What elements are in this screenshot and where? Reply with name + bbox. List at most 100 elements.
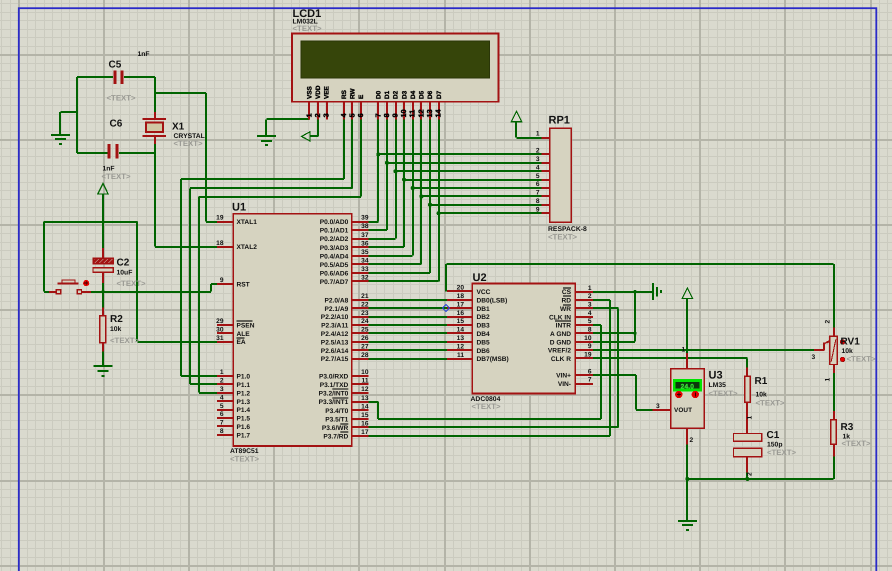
svg-text:<TEXT>: <TEXT> [174,139,203,148]
svg-text:C1: C1 [767,430,780,441]
svg-text:U3: U3 [709,370,723,382]
svg-text:P1.0: P1.0 [237,373,251,380]
svg-text:14: 14 [361,403,369,410]
svg-text:P2.7/A15: P2.7/A15 [321,356,349,363]
svg-text:30: 30 [216,326,224,333]
svg-text:A GND: A GND [550,331,571,338]
svg-text:35: 35 [361,249,369,256]
svg-text:3: 3 [322,113,331,117]
svg-text:VIN-: VIN- [558,381,571,388]
svg-text:6: 6 [220,411,224,418]
svg-text:R2: R2 [110,314,123,325]
svg-text:P0.0/AD0: P0.0/AD0 [320,219,349,226]
svg-text:29: 29 [216,318,224,325]
svg-text:WR: WR [560,306,571,313]
svg-text:12: 12 [361,386,369,393]
svg-text:VIN+: VIN+ [556,373,571,380]
svg-text:VEE: VEE [324,85,331,99]
svg-text:DB4: DB4 [477,331,491,338]
svg-text:P0.5/AD5: P0.5/AD5 [320,262,349,269]
svg-text:DB0(LSB): DB0(LSB) [477,297,508,304]
svg-text:P3.3/INT1: P3.3/INT1 [319,399,349,406]
svg-text:P3.1/TXD: P3.1/TXD [320,382,349,389]
svg-text:RP1: RP1 [549,115,570,127]
svg-text:32: 32 [361,275,369,282]
svg-text:P3.2/INT0: P3.2/INT0 [319,391,349,398]
svg-text:31: 31 [216,335,224,342]
svg-text:18: 18 [216,240,224,247]
svg-text:P2.4/A12: P2.4/A12 [321,331,349,338]
svg-text:3: 3 [812,354,816,361]
svg-text:RST: RST [237,282,250,289]
svg-text:6: 6 [356,113,365,117]
svg-text:28: 28 [361,352,369,359]
svg-text:VSS: VSS [307,85,314,99]
svg-text:21: 21 [361,293,369,300]
svg-text:2: 2 [588,293,592,300]
svg-text:R3: R3 [841,422,854,433]
svg-text:D0: D0 [376,90,383,99]
svg-text:P2.1/A9: P2.1/A9 [324,306,348,313]
svg-text:RV1: RV1 [841,337,861,348]
svg-text:D3: D3 [401,90,408,99]
svg-text:26: 26 [361,335,369,342]
svg-text:39: 39 [361,215,369,222]
svg-text:<TEXT>: <TEXT> [767,448,796,457]
svg-text:2: 2 [220,377,224,384]
svg-text:P0.6/AD6: P0.6/AD6 [320,270,349,277]
svg-text:RS: RS [341,89,348,99]
svg-text:D GND: D GND [550,339,571,346]
svg-text:15: 15 [457,318,465,325]
svg-text:14: 14 [434,109,443,117]
svg-text:R1: R1 [755,376,768,387]
svg-text:3: 3 [536,156,540,163]
svg-text:P0.1/AD1: P0.1/AD1 [320,228,349,235]
svg-text:7: 7 [220,420,224,427]
svg-text:<TEXT>: <TEXT> [107,94,136,103]
svg-text:P0.2/AD2: P0.2/AD2 [320,236,349,243]
svg-text:16: 16 [457,310,465,317]
svg-text:7: 7 [536,190,540,197]
svg-text:18: 18 [457,293,465,300]
svg-text:<TEXT>: <TEXT> [110,336,139,345]
svg-text:5: 5 [220,403,224,410]
svg-text:6: 6 [536,181,540,188]
svg-text:24.0: 24.0 [681,383,695,390]
svg-text:20: 20 [457,285,465,292]
svg-text:DB1: DB1 [477,306,491,313]
svg-text:10uF: 10uF [117,270,133,277]
svg-text:7: 7 [588,377,592,384]
svg-text:<TEXT>: <TEXT> [102,172,131,181]
svg-text:10: 10 [361,369,369,376]
svg-text:34: 34 [361,257,369,264]
svg-text:1: 1 [536,131,540,138]
svg-text:D6: D6 [427,90,434,99]
svg-text:13: 13 [457,335,465,342]
svg-text:38: 38 [361,223,369,230]
svg-text:D1: D1 [384,90,391,99]
svg-text:U2: U2 [473,272,487,284]
svg-text:13: 13 [361,395,369,402]
svg-text:10k: 10k [756,392,768,399]
svg-text:D7: D7 [436,90,443,99]
svg-text:<TEXT>: <TEXT> [709,389,738,398]
svg-text:1: 1 [747,416,754,420]
svg-text:P1.2: P1.2 [237,390,251,397]
svg-text:RW: RW [350,88,357,99]
svg-text:P1.4: P1.4 [237,407,251,414]
svg-text:11: 11 [457,352,464,359]
svg-text:11: 11 [408,110,417,118]
svg-text:10: 10 [584,335,592,342]
svg-text:11: 11 [362,378,369,385]
svg-text:P3.0/RXD: P3.0/RXD [319,373,349,380]
svg-text:19: 19 [584,352,592,359]
svg-text:16: 16 [361,421,369,428]
svg-text:ALE: ALE [237,331,251,338]
svg-text:25: 25 [361,327,369,334]
svg-text:P3.5/T1: P3.5/T1 [325,416,348,423]
svg-text:8: 8 [588,327,592,334]
svg-text:X1: X1 [172,122,185,133]
svg-text:P1.5: P1.5 [237,416,251,423]
svg-text:14: 14 [457,327,465,334]
svg-text:6: 6 [588,368,592,375]
